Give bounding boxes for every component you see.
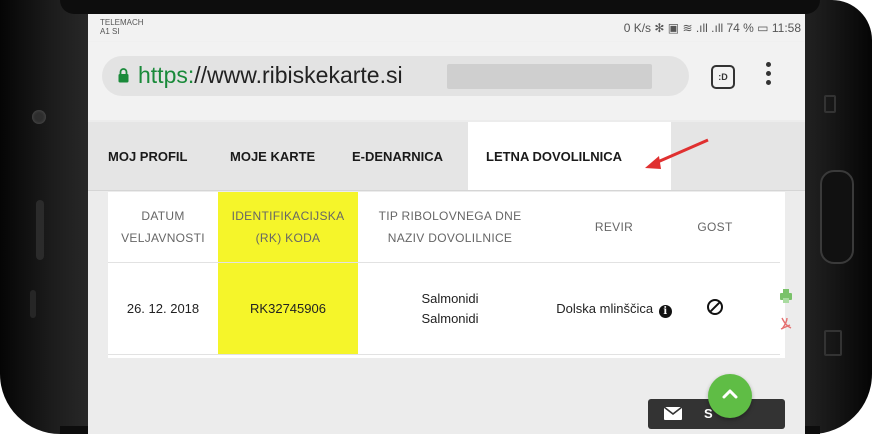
- cell-rk-koda: RK32745906: [218, 262, 358, 355]
- header-revir: REVIR: [542, 192, 686, 263]
- lock-icon: [118, 68, 129, 83]
- header-koda-line1: IDENTIFIKACIJSKA: [231, 209, 345, 223]
- url-host: //www.ribiskekarte.si: [194, 62, 403, 88]
- header-koda-line2: (RK) KODA: [255, 231, 321, 245]
- cell-gost: [686, 262, 744, 355]
- profile-tabs: MOJ PROFIL MOJE KARTE E-DENARNICA LETNA …: [88, 122, 805, 191]
- permits-table-container: DATUM VELJAVNOSTI IDENTIFIKACIJSKA (RK) …: [108, 192, 792, 358]
- address-bar[interactable]: https://www.ribiskekarte.si: [102, 56, 689, 96]
- header-tip-line1: TIP RIBOLOVNEGA DNE: [378, 209, 522, 223]
- header-tip-line2: NAZIV DOVOLILNICE: [387, 231, 513, 245]
- overflow-menu-icon[interactable]: [766, 62, 772, 88]
- cell-datum: 26. 12. 2018: [108, 262, 218, 355]
- cell-actions: [744, 262, 780, 355]
- phone-side-key: [36, 200, 44, 260]
- status-icons: 0 K/s ✻ ▣ ≋ .ıll .ıll 74 % ▭ 11:58: [623, 21, 801, 35]
- url-redaction: [447, 64, 652, 89]
- cell-naziv-value: Salmonidi: [421, 310, 479, 326]
- info-icon[interactable]: i: [658, 304, 672, 318]
- header-tip: TIP RIBOLOVNEGA DNE NAZIV DOVOLILNICE: [358, 192, 542, 263]
- phone-bezel-top: [60, 0, 820, 14]
- header-datum: DATUM VELJAVNOSTI: [108, 192, 218, 263]
- tab-moje-karte[interactable]: MOJE KARTE: [230, 122, 315, 190]
- url-text[interactable]: https://www.ribiskekarte.si: [138, 62, 403, 89]
- scroll-up-icon: [722, 389, 738, 399]
- browser-toolbar: https://www.ribiskekarte.si :D: [88, 42, 805, 120]
- carrier-line-1: TELEMACH: [100, 18, 144, 27]
- scroll-up-button[interactable]: [708, 374, 752, 418]
- header-datum-line2: VELJAVNOSTI: [121, 231, 205, 245]
- header-actions: [744, 192, 780, 263]
- mail-icon: [664, 407, 682, 420]
- header-rk-koda: IDENTIFIKACIJSKA (RK) KODA: [218, 192, 358, 263]
- phone-screen: TELEMACH A1 SI 0 K/s ✻ ▣ ≋ .ıll .ıll 74 …: [88, 14, 805, 434]
- carrier-line-2: A1 SI: [100, 27, 120, 36]
- cell-revir-value: Dolska mlinščica: [556, 300, 654, 316]
- hardware-back-key: [824, 95, 836, 113]
- hardware-recent-key: [824, 330, 842, 356]
- tab-moj-profil[interactable]: MOJ PROFIL: [108, 122, 187, 190]
- table-row: 26. 12. 2018 RK32745906 Salmonidi Salmon…: [108, 262, 780, 355]
- prohibited-icon: [707, 298, 723, 315]
- android-status-bar: TELEMACH A1 SI 0 K/s ✻ ▣ ≋ .ıll .ıll 74 …: [88, 14, 805, 42]
- cell-revir: Dolska mlinščica i: [542, 262, 686, 355]
- header-gost: GOST: [686, 192, 744, 263]
- url-scheme: https:: [138, 62, 195, 88]
- print-icon[interactable]: [780, 288, 792, 304]
- cell-tip: Salmonidi Salmonidi: [358, 262, 542, 355]
- header-datum-line1: DATUM: [141, 209, 185, 223]
- table-header-row: DATUM VELJAVNOSTI IDENTIFIKACIJSKA (RK) …: [108, 192, 780, 263]
- tab-e-denarnica[interactable]: E-DENARNICA: [352, 122, 443, 190]
- pdf-icon[interactable]: [780, 316, 792, 332]
- carrier-name: TELEMACH A1 SI: [100, 18, 144, 36]
- red-arrow-annotation: [645, 138, 709, 169]
- permits-table: DATUM VELJAVNOSTI IDENTIFIKACIJSKA (RK) …: [108, 192, 780, 355]
- hardware-home-button: [820, 170, 854, 264]
- phone-bezel-left: [0, 0, 95, 434]
- phone-side-key-small: [30, 290, 36, 318]
- page-content: MOJ PROFIL MOJE KARTE E-DENARNICA LETNA …: [88, 120, 805, 434]
- cell-tip-value: Salmonidi: [421, 290, 479, 306]
- front-camera: [32, 110, 46, 124]
- amp-icon[interactable]: :D: [711, 65, 735, 89]
